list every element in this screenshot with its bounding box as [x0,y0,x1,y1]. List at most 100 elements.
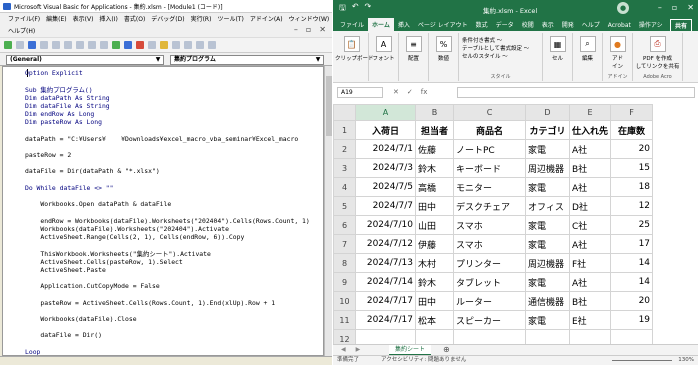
code-line[interactable]: ActiveSheet.Paste [25,266,105,274]
cell[interactable]: 担当者 [415,120,454,140]
find-icon[interactable] [76,41,84,49]
vba-menu-help[interactable]: ヘルプ(H) [8,26,35,35]
vba-menu-file[interactable]: ファイル(F) [8,14,40,23]
cell[interactable]: 25 [610,215,654,235]
vba-menu-edit[interactable]: 編集(E) [46,14,66,23]
cell[interactable]: モニター [453,177,526,197]
tab-file[interactable]: ファイル [336,20,368,31]
row-header[interactable]: 1 [333,120,356,140]
cell[interactable]: 在庫数 [610,120,654,140]
cell[interactable]: 家電 [525,215,570,235]
chevron-down-icon[interactable]: ▼ [314,56,322,64]
row-header[interactable]: 10 [333,291,356,311]
clipboard-group[interactable]: 📋 クリップボード [335,33,374,81]
cell[interactable]: 19 [610,310,654,330]
cell[interactable]: F社 [568,253,612,273]
vba-menu-format[interactable]: 書式(O) [124,14,145,23]
cell[interactable]: 14 [610,272,654,292]
cell[interactable]: スマホ [453,215,526,235]
code-line[interactable]: endRow = Workbooks(dataFile).Worksheets(… [25,217,309,225]
cell[interactable]: 伊藤 [415,234,454,254]
cell[interactable]: 鈴木 [415,272,454,292]
cell[interactable]: 周辺機器 [525,253,570,273]
restore-icon[interactable]: ▫ [672,3,677,12]
cell[interactable]: 20 [610,291,654,311]
code-vertical-scrollbar[interactable] [324,66,332,356]
cell[interactable] [355,329,416,344]
object-combo[interactable]: (General) ▼ [6,55,164,65]
editing-group[interactable]: ⌕ 編集 [573,33,603,81]
row-header[interactable]: 6 [333,215,356,235]
cell[interactable]: スピーカー [453,310,526,330]
row-header[interactable]: 2 [333,139,356,159]
row-header[interactable]: 9 [333,272,356,292]
run-icon[interactable] [112,41,120,49]
tab-acrobat[interactable]: Acrobat [604,22,635,31]
cell[interactable]: カテゴリ [525,120,570,140]
redo-icon[interactable]: ↷ [365,2,372,16]
code-line[interactable]: Application.CutCopyMode = False [25,282,159,290]
fx-icon[interactable]: fx [421,88,428,96]
cell[interactable]: 山田 [415,215,454,235]
cell[interactable]: 家電 [525,139,570,159]
help-icon[interactable] [208,41,216,49]
code-line[interactable]: dataFile = Dir() [25,331,102,339]
code-line[interactable]: Do While dataFile <> "" [25,184,114,192]
cell[interactable]: 商品名 [453,120,526,140]
enter-icon[interactable]: ✓ [407,88,413,96]
vba-menu-debug[interactable]: デバッグ(D) [151,14,184,23]
pause-icon[interactable] [124,41,132,49]
code-line[interactable]: Option Explicit [25,69,83,77]
insert-module-icon[interactable] [16,41,24,49]
cell[interactable]: B社 [568,158,612,178]
code-line[interactable]: Dim pasteRow As Long [25,118,102,126]
formula-input[interactable] [457,87,695,98]
cell[interactable] [415,329,454,344]
tab-view[interactable]: 表示 [538,20,558,31]
code-editor[interactable]: Option Explicit Sub 集約プログラム() Dim dataPath… [2,66,324,356]
column-header[interactable]: F [610,104,654,121]
cell[interactable]: 通信機器 [525,291,570,311]
cell[interactable]: 仕入れ先 [568,120,612,140]
number-group[interactable]: % 数値 [429,33,459,81]
format-as-table-button[interactable]: テーブルとして書式設定 ～ [462,45,529,53]
tab-data[interactable]: データ [492,20,518,31]
copy-icon[interactable] [52,41,60,49]
minimize-icon[interactable]: – [294,25,298,34]
close-icon[interactable]: ✕ [319,25,326,34]
column-header[interactable]: B [415,104,454,121]
row-header[interactable]: 4 [333,177,356,197]
cell[interactable]: 2024/7/17 [355,291,416,311]
code-line[interactable]: Dim endRow As Long [25,110,94,118]
sheet-prev-icon[interactable]: ◀ [341,346,346,353]
cell-styles-button[interactable]: セルのスタイル ～ [462,53,529,61]
code-line[interactable]: Dim dataPath As String [25,94,110,102]
accessibility-status[interactable]: アクセシビリティ: 問題ありません [381,356,466,365]
row-header[interactable]: 11 [333,310,356,330]
cell[interactable]: 2024/7/12 [355,234,416,254]
cell[interactable]: A社 [568,177,612,197]
cell[interactable]: 12 [610,196,654,216]
tab-page-layout[interactable]: ページ レイアウト [414,20,472,31]
procedure-combo[interactable]: 集約プログラム ▼ [170,55,324,65]
cells-group[interactable]: ▦ セル [543,33,573,81]
chevron-down-icon[interactable]: ▼ [154,56,162,64]
cell[interactable]: 佐藤 [415,139,454,159]
save-icon[interactable]: 🖫 [339,2,346,16]
cell[interactable]: オフィス [525,196,570,216]
cell[interactable]: 家電 [525,234,570,254]
cell[interactable] [453,329,526,344]
cell[interactable]: B社 [568,291,612,311]
cell[interactable]: 田中 [415,196,454,216]
column-header[interactable]: D [525,104,570,121]
cell[interactable]: 2024/7/7 [355,196,416,216]
cell[interactable] [610,329,654,344]
cell[interactable]: A社 [568,272,612,292]
cell[interactable]: 2024/7/14 [355,272,416,292]
cell[interactable]: 田中 [415,291,454,311]
sheet-next-icon[interactable]: ▶ [356,346,361,353]
font-group[interactable]: A フォント [369,33,399,81]
tab-insert[interactable]: 挿入 [394,20,414,31]
cell[interactable]: E社 [568,310,612,330]
cell[interactable]: 家電 [525,272,570,292]
